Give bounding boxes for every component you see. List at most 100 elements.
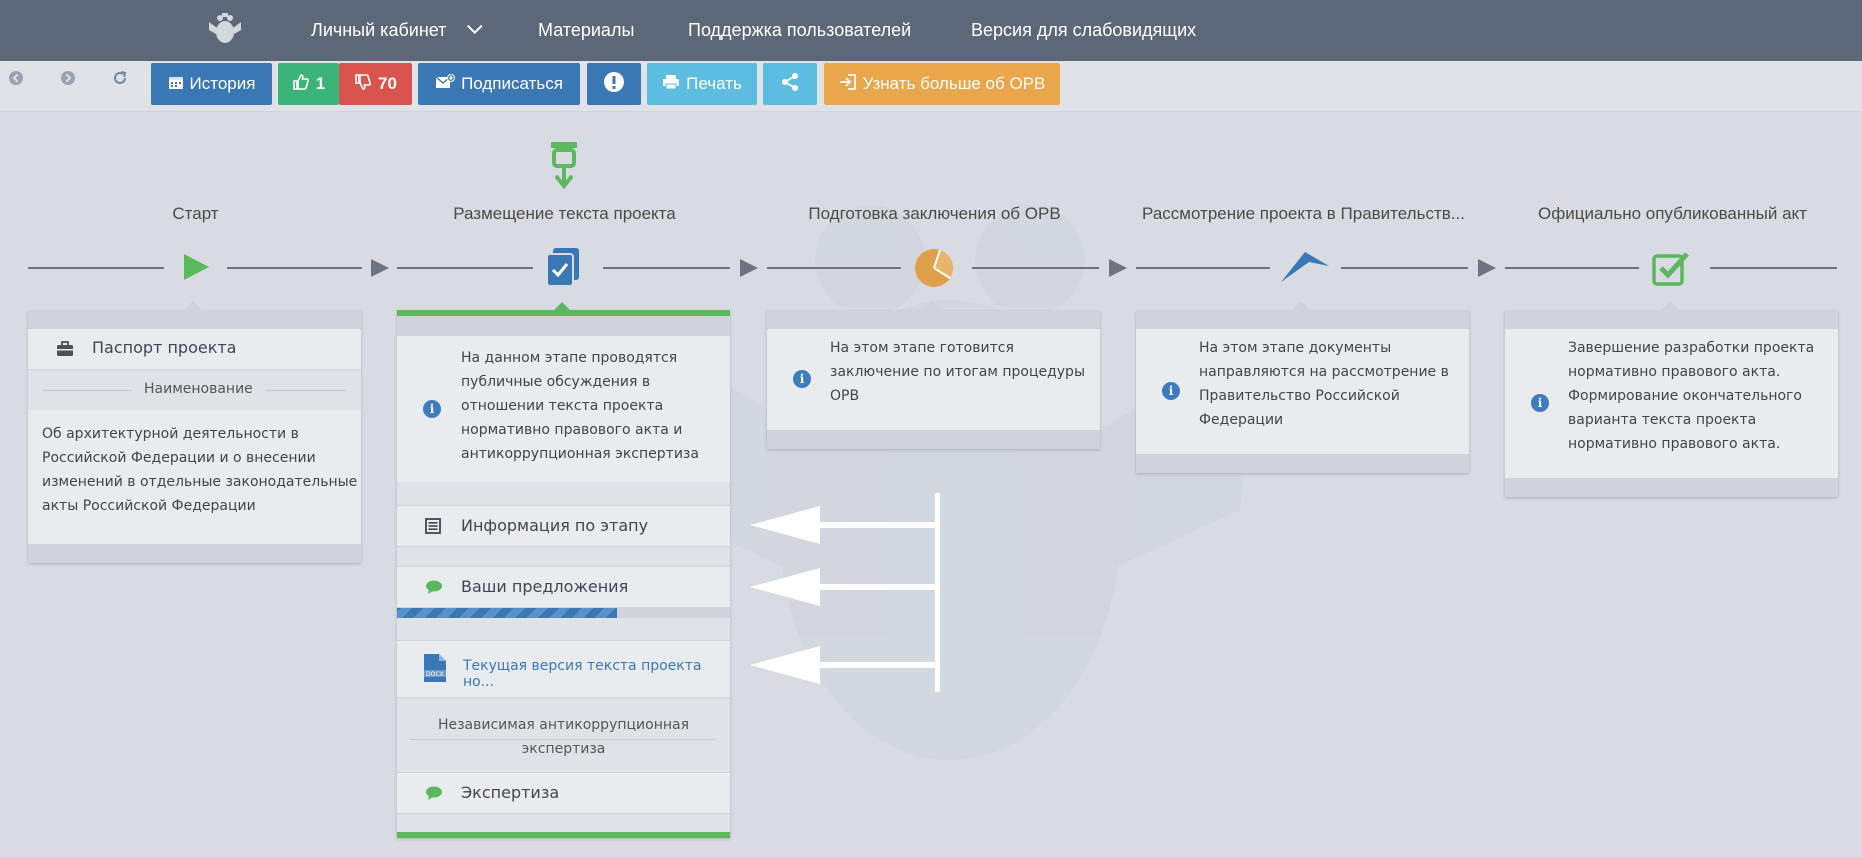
print-button[interactable]: Печать	[647, 63, 757, 105]
card-pointer	[1291, 301, 1311, 311]
stage-description: i Завершение разработки проекта норматив…	[1505, 329, 1838, 478]
eagle-emblem-icon[interactable]	[207, 12, 243, 48]
passport-text-line: акты Российской Федерации	[42, 498, 256, 514]
timeline-arrow-icon	[371, 259, 389, 277]
passport-body: Об архитектурной деятельности в Российск…	[28, 410, 361, 544]
info-line: Федерации	[1199, 412, 1284, 428]
exclamation-icon	[603, 71, 625, 98]
card-bottom-bar	[767, 430, 1100, 449]
document-check-icon[interactable]	[544, 246, 584, 288]
info-icon: i	[1531, 394, 1549, 412]
checkbox-icon[interactable]	[1651, 250, 1691, 286]
dislike-button[interactable]: 70	[339, 63, 412, 105]
pie-chart-icon[interactable]	[914, 248, 954, 288]
timeline-arrow-icon	[740, 259, 758, 277]
expertise-row[interactable]: Экспертиза	[397, 772, 730, 814]
name-separator: Наименование	[28, 370, 361, 410]
document-link[interactable]: Текущая версия текста проекта но...	[463, 658, 730, 690]
stage-title-published-act: Официально опубликованный акт	[1538, 204, 1807, 223]
share-button[interactable]	[763, 63, 817, 105]
like-button[interactable]: 1	[278, 63, 339, 105]
printer-icon	[662, 74, 680, 95]
stage-description: i На данном этапе проводятся публичные о…	[397, 336, 730, 482]
nav-personal-cabinet[interactable]: Личный кабинет	[311, 0, 483, 61]
card-bottom-bar	[1505, 478, 1838, 497]
expertise-separator-line: экспертиза	[521, 741, 606, 757]
list-icon	[425, 518, 441, 538]
likes-count: 1	[315, 74, 326, 93]
card-pointer	[922, 301, 942, 311]
passport-header[interactable]: Паспорт проекта	[28, 329, 361, 370]
alert-button[interactable]	[587, 63, 641, 105]
your-proposals-row[interactable]: Ваши предложения	[397, 566, 730, 608]
expertise-separator: Независимая антикоррупционная экспертиза	[397, 703, 730, 765]
back-icon[interactable]	[6, 70, 26, 90]
nav-materials[interactable]: Материалы	[538, 0, 634, 61]
share-icon	[780, 72, 800, 97]
info-line: заключение по итогам процедуры	[830, 364, 1086, 380]
learn-more-label: Узнать больше об ОРВ	[862, 74, 1046, 93]
nav-accessibility-version[interactable]: Версия для слабовидящих	[971, 0, 1196, 61]
stage-title-government-review: Рассмотрение проекта в Правительств...	[1142, 204, 1465, 223]
card-pointer	[552, 302, 572, 312]
nav-support[interactable]: Поддержка пользователей	[688, 0, 911, 61]
timeline-arrow-icon	[1478, 259, 1496, 277]
briefcase-icon	[56, 341, 74, 361]
history-button[interactable]: История	[151, 63, 272, 105]
info-line: Формирование окончательного	[1568, 388, 1802, 404]
thumbs-down-icon	[354, 73, 372, 96]
info-line: На этом этапе документы	[1199, 340, 1392, 356]
card-top-bar	[397, 316, 730, 336]
passport-text-line: Российской Федерации и о внесении	[42, 450, 316, 466]
learn-more-orv-button[interactable]: Узнать больше об ОРВ	[824, 63, 1060, 105]
proposals-label: Ваши предложения	[461, 577, 629, 596]
refresh-icon[interactable]	[110, 70, 130, 90]
document-row[interactable]: DOCX Текущая версия текста проекта но...	[397, 640, 730, 698]
timeline-line	[767, 267, 901, 269]
docx-file-icon: DOCX	[423, 653, 447, 687]
thumbs-up-icon	[292, 73, 310, 96]
card-bottom-bar	[28, 544, 361, 563]
passport-text-line: изменений в отдельные законодательные	[42, 474, 358, 490]
stage-info-row[interactable]: Информация по этапу	[397, 505, 730, 547]
progress-fill	[397, 608, 617, 618]
text-placement-card: i На данном этапе проводятся публичные о…	[397, 302, 730, 838]
history-label: История	[189, 74, 256, 93]
chevron-up-icon[interactable]	[1279, 246, 1331, 286]
timeline-line	[28, 267, 164, 269]
top-navbar: Личный кабинет Материалы Поддержка польз…	[0, 0, 1862, 61]
orv-conclusion-card: i На этом этапе готовится заключение по …	[767, 301, 1100, 449]
play-icon[interactable]	[181, 252, 211, 282]
timeline-line	[972, 267, 1099, 269]
comment-icon	[425, 785, 443, 805]
current-stage-pointer-icon	[545, 140, 583, 190]
nav-personal-cabinet-label: Личный кабинет	[311, 20, 447, 40]
calendar-icon	[168, 74, 184, 95]
envelope-plus-icon	[435, 73, 456, 95]
stage-description: i На этом этапе готовится заключение по …	[767, 329, 1100, 430]
card-top-bar	[1136, 311, 1469, 329]
passport-text-line: Об архитектурной деятельности в	[42, 426, 299, 442]
svg-text:DOCX: DOCX	[426, 671, 444, 678]
active-bottom-bar	[397, 832, 730, 838]
project-passport-card: Паспорт проекта Наименование Об архитект…	[28, 301, 361, 563]
forward-icon[interactable]	[58, 70, 78, 90]
timeline-line	[603, 267, 730, 269]
info-icon: i	[423, 400, 441, 418]
stage-title-start: Старт	[172, 204, 219, 223]
timeline-line	[227, 267, 362, 269]
print-label: Печать	[686, 74, 742, 93]
info-line: На этом этапе готовится	[830, 340, 1014, 356]
info-line: нормативно правового акта.	[1568, 364, 1781, 380]
annotation-arrows	[750, 493, 940, 692]
expertise-separator-line: Независимая антикоррупционная	[437, 717, 690, 733]
info-line: ОРВ	[830, 388, 860, 404]
passport-heading: Паспорт проекта	[92, 338, 237, 357]
subscribe-button[interactable]: Подписаться	[418, 63, 580, 105]
dislikes-count: 70	[378, 74, 397, 93]
comment-icon	[425, 579, 443, 599]
published-act-card: i Завершение разработки проекта норматив…	[1505, 301, 1838, 497]
stage-title-text-placement: Размещение текста проекта	[453, 204, 676, 223]
timeline-line	[1505, 267, 1639, 269]
timeline-line	[1341, 267, 1468, 269]
